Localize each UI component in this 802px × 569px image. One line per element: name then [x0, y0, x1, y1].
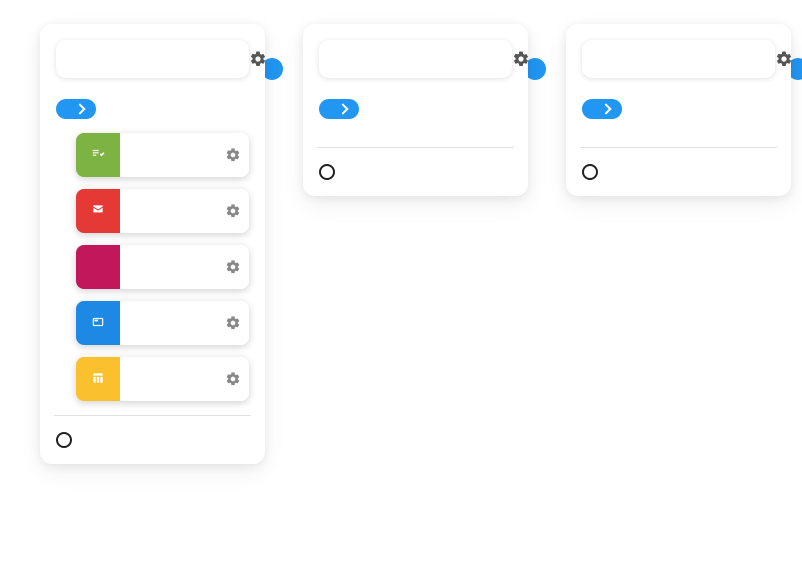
stage-column: [40, 24, 265, 464]
stage-name-input[interactable]: [68, 51, 249, 67]
gear-icon[interactable]: [217, 189, 249, 233]
stage-header: [319, 40, 512, 78]
closing-radio[interactable]: [56, 432, 72, 448]
closing-radio[interactable]: [582, 164, 598, 180]
closing-stage-option: [56, 430, 249, 448]
action-label: [120, 301, 217, 345]
divider: [580, 147, 777, 148]
stage-header: [582, 40, 775, 78]
mail-icon: [76, 189, 120, 233]
action-label: [120, 357, 217, 401]
task-icon: [76, 133, 120, 177]
actions-button[interactable]: [319, 99, 359, 119]
actions-button[interactable]: [582, 99, 622, 119]
gear-icon[interactable]: [512, 50, 530, 68]
http-icon: [76, 245, 120, 289]
column-wrap: [40, 24, 283, 464]
divider: [54, 415, 251, 416]
gear-icon[interactable]: [217, 133, 249, 177]
action-label: [120, 189, 217, 233]
action-list: [56, 133, 249, 401]
closing-stage-option: [319, 162, 512, 180]
action-item-table[interactable]: [76, 357, 249, 401]
action-item-card[interactable]: [76, 301, 249, 345]
column-wrap: [303, 24, 546, 196]
chevron-right-icon: [74, 103, 85, 114]
column-wrap: [566, 24, 802, 196]
gear-icon[interactable]: [249, 50, 267, 68]
stage-header: [56, 40, 249, 78]
closing-stage-option: [582, 162, 775, 180]
board: [40, 24, 762, 464]
table-icon: [76, 357, 120, 401]
chevron-right-icon: [337, 103, 348, 114]
action-item-email[interactable]: [76, 189, 249, 233]
stage-name-input[interactable]: [331, 51, 512, 67]
gear-icon[interactable]: [217, 245, 249, 289]
divider: [317, 147, 514, 148]
actions-button[interactable]: [56, 99, 96, 119]
gear-icon[interactable]: [217, 301, 249, 345]
action-label: [120, 245, 217, 289]
closing-radio[interactable]: [319, 164, 335, 180]
stage-column: [303, 24, 528, 196]
action-item-task[interactable]: [76, 133, 249, 177]
chevron-right-icon: [600, 103, 611, 114]
stage-name-input[interactable]: [594, 51, 775, 67]
action-item-webhook[interactable]: [76, 245, 249, 289]
action-label: [120, 133, 217, 177]
stage-column: [566, 24, 791, 196]
gear-icon[interactable]: [775, 50, 793, 68]
gear-icon[interactable]: [217, 357, 249, 401]
card-icon: [76, 301, 120, 345]
